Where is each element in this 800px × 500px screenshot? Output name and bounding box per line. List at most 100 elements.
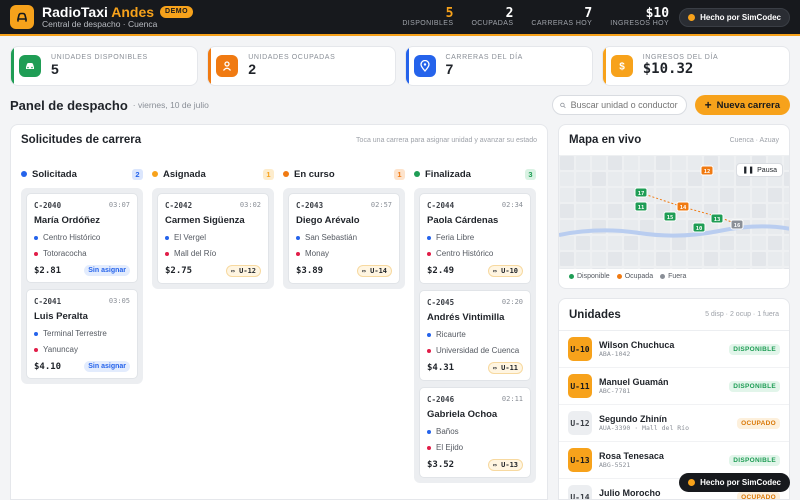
map-block (656, 220, 670, 234)
dropoff-dot-icon (165, 251, 169, 256)
map-block (720, 268, 734, 282)
ride-card[interactable]: C-2044 02:34 Paola Cárdenas Feria Libre Cent… (419, 193, 531, 284)
unit-code: U-11 (501, 364, 518, 372)
map-block (608, 172, 622, 186)
dropoff-location: Mall del Río (165, 249, 261, 258)
map-canvas[interactable]: 12 17 11 14 15 13 10 16 ❚❚ Pausa (559, 155, 789, 282)
map-block (640, 172, 654, 186)
ride-card[interactable]: C-2040 03:07 María Ordóñez Centro Histórico… (26, 193, 138, 283)
status-dot-icon (283, 171, 289, 177)
svg-text:$: $ (619, 62, 625, 73)
map-marker-label: 14 (680, 205, 687, 211)
ride-card[interactable]: C-2045 02:20 Andrés Vintimilla Ricaurte Univ… (419, 290, 531, 381)
column-body: C-2042 03:02 Carmen Sigüenza El Vergel Mall … (152, 188, 274, 289)
map-block (576, 204, 590, 218)
dropoff-dot-icon (427, 348, 431, 353)
unit-status-badge: DISPONIBLE (729, 454, 780, 466)
unit-code-badge: U-10 (568, 337, 592, 361)
pickup-label: Feria Libre (436, 233, 475, 242)
map-marker-label: 11 (638, 205, 645, 211)
column-label: En curso (294, 168, 335, 180)
map-block (768, 252, 782, 266)
units-panel: Unidades 5 disp · 2 ocup · 1 fuera U-10 W… (558, 298, 790, 500)
map-block (560, 236, 574, 250)
map-block (736, 236, 750, 250)
ride-id: C-2041 (34, 297, 62, 306)
map-block (672, 252, 686, 266)
unit-row[interactable]: U-12 Segundo Zhinín AUA-3390 · Mall del Rí… (559, 405, 789, 442)
map-block (688, 204, 702, 218)
driver-name: Rosa Tenesaca (599, 450, 664, 461)
ride-card[interactable]: C-2042 03:02 Carmen Sigüenza El Vergel Mall … (157, 193, 269, 284)
map-block (576, 188, 590, 202)
ride-id: C-2042 (165, 201, 193, 210)
dropoff-label: El Ejido (436, 443, 464, 452)
ride-card[interactable]: C-2043 02:57 Diego Arévalo San Sebastián Mon… (288, 193, 400, 284)
app-name-accent: Andes (111, 3, 155, 20)
dropoff-label: Totoracocha (43, 249, 87, 258)
pause-button[interactable]: ❚❚ Pausa (736, 163, 783, 177)
made-by-link[interactable]: Hecho por SimCodec (679, 7, 790, 27)
map-block (656, 252, 670, 266)
pickup-dot-icon (296, 235, 300, 240)
status-dot-icon (414, 171, 420, 177)
kpi-value: 2 (248, 61, 257, 78)
ride-card[interactable]: C-2041 03:05 Luis Peralta Terminal Terrestr… (26, 289, 138, 379)
ride-price: $3.89 (296, 266, 324, 276)
column-header: En curso 1 (283, 167, 405, 181)
pickup-location: Centro Histórico (34, 233, 130, 242)
map-block (736, 252, 750, 266)
ride-requests-panel: Solicitudes de carrera Toca una carrera … (10, 124, 548, 500)
map-block (672, 236, 686, 250)
map-block (672, 188, 686, 202)
ride-id: C-2043 (296, 201, 324, 210)
unit-code: U-14 (370, 267, 387, 275)
map-block (752, 268, 766, 282)
map-legend: Disponible Ocupada Fuera (569, 273, 686, 280)
kpi-available-units: UNIDADES DISPONIBLES 5 (10, 46, 199, 86)
unit-row[interactable]: U-11 Manuel Guamán ABC-7781 DISPONIBLE (559, 368, 789, 405)
status-dot-icon (21, 171, 27, 177)
pin-icon (413, 55, 436, 77)
passenger-name: Luis Peralta (34, 311, 88, 322)
map-marker-label: 15 (667, 215, 674, 221)
ride-id: C-2044 (427, 201, 455, 210)
stat-value: 7 (584, 5, 593, 21)
map-block (576, 252, 590, 266)
search-input[interactable] (570, 100, 679, 110)
ride-time: 03:07 (108, 201, 130, 209)
search-box[interactable] (551, 95, 687, 115)
map-block (608, 156, 622, 170)
stat-label: OCUPADAS (471, 20, 514, 28)
unit-status-badge: OCUPADO (737, 417, 780, 429)
ride-card[interactable]: C-2046 02:11 Gabriela Ochoa Baños El Ejido $3… (419, 387, 531, 478)
unit-row[interactable]: U-10 Wilson Chuchuca ABA-1042 DISPONIBLE (559, 331, 789, 368)
unit-plate: ABA-1042 (599, 349, 631, 358)
legend-label: Fuera (668, 273, 687, 280)
kpi-value: 7 (445, 61, 454, 78)
page-date: · viernes, 10 de julio (132, 100, 209, 110)
new-ride-button[interactable]: + Nueva carrera (694, 95, 790, 115)
map-block (720, 188, 734, 202)
map-block (592, 156, 606, 170)
column-body: C-2044 02:34 Paola Cárdenas Feria Libre Cent… (414, 188, 536, 483)
dropoff-location: Totoracocha (34, 249, 130, 258)
dropoff-label: Universidad de Cuenca (436, 346, 520, 355)
map-block (688, 236, 702, 250)
floating-made-by-button[interactable]: Hecho por SimCodec (679, 473, 790, 492)
pickup-location: Ricaurte (427, 330, 523, 339)
pickup-label: Centro Histórico (43, 233, 101, 242)
unit-badge: ⇔ U-13 (487, 459, 523, 471)
map-block (656, 268, 670, 282)
unit-code: U-13 (501, 461, 518, 469)
column-header: Solicitada 2 (21, 167, 143, 181)
ride-price: $4.10 (34, 361, 62, 372)
map-block (736, 204, 750, 218)
pickup-label: San Sebastián (305, 233, 358, 242)
map-block (624, 268, 638, 282)
kpi-row: UNIDADES DISPONIBLES 5 UNIDADES OCUPADAS… (10, 46, 790, 86)
dropoff-dot-icon (34, 251, 38, 256)
stat-rides: 7 CARRERAS HOY (531, 5, 593, 28)
map-block (768, 236, 782, 250)
pickup-location: Feria Libre (427, 233, 523, 242)
